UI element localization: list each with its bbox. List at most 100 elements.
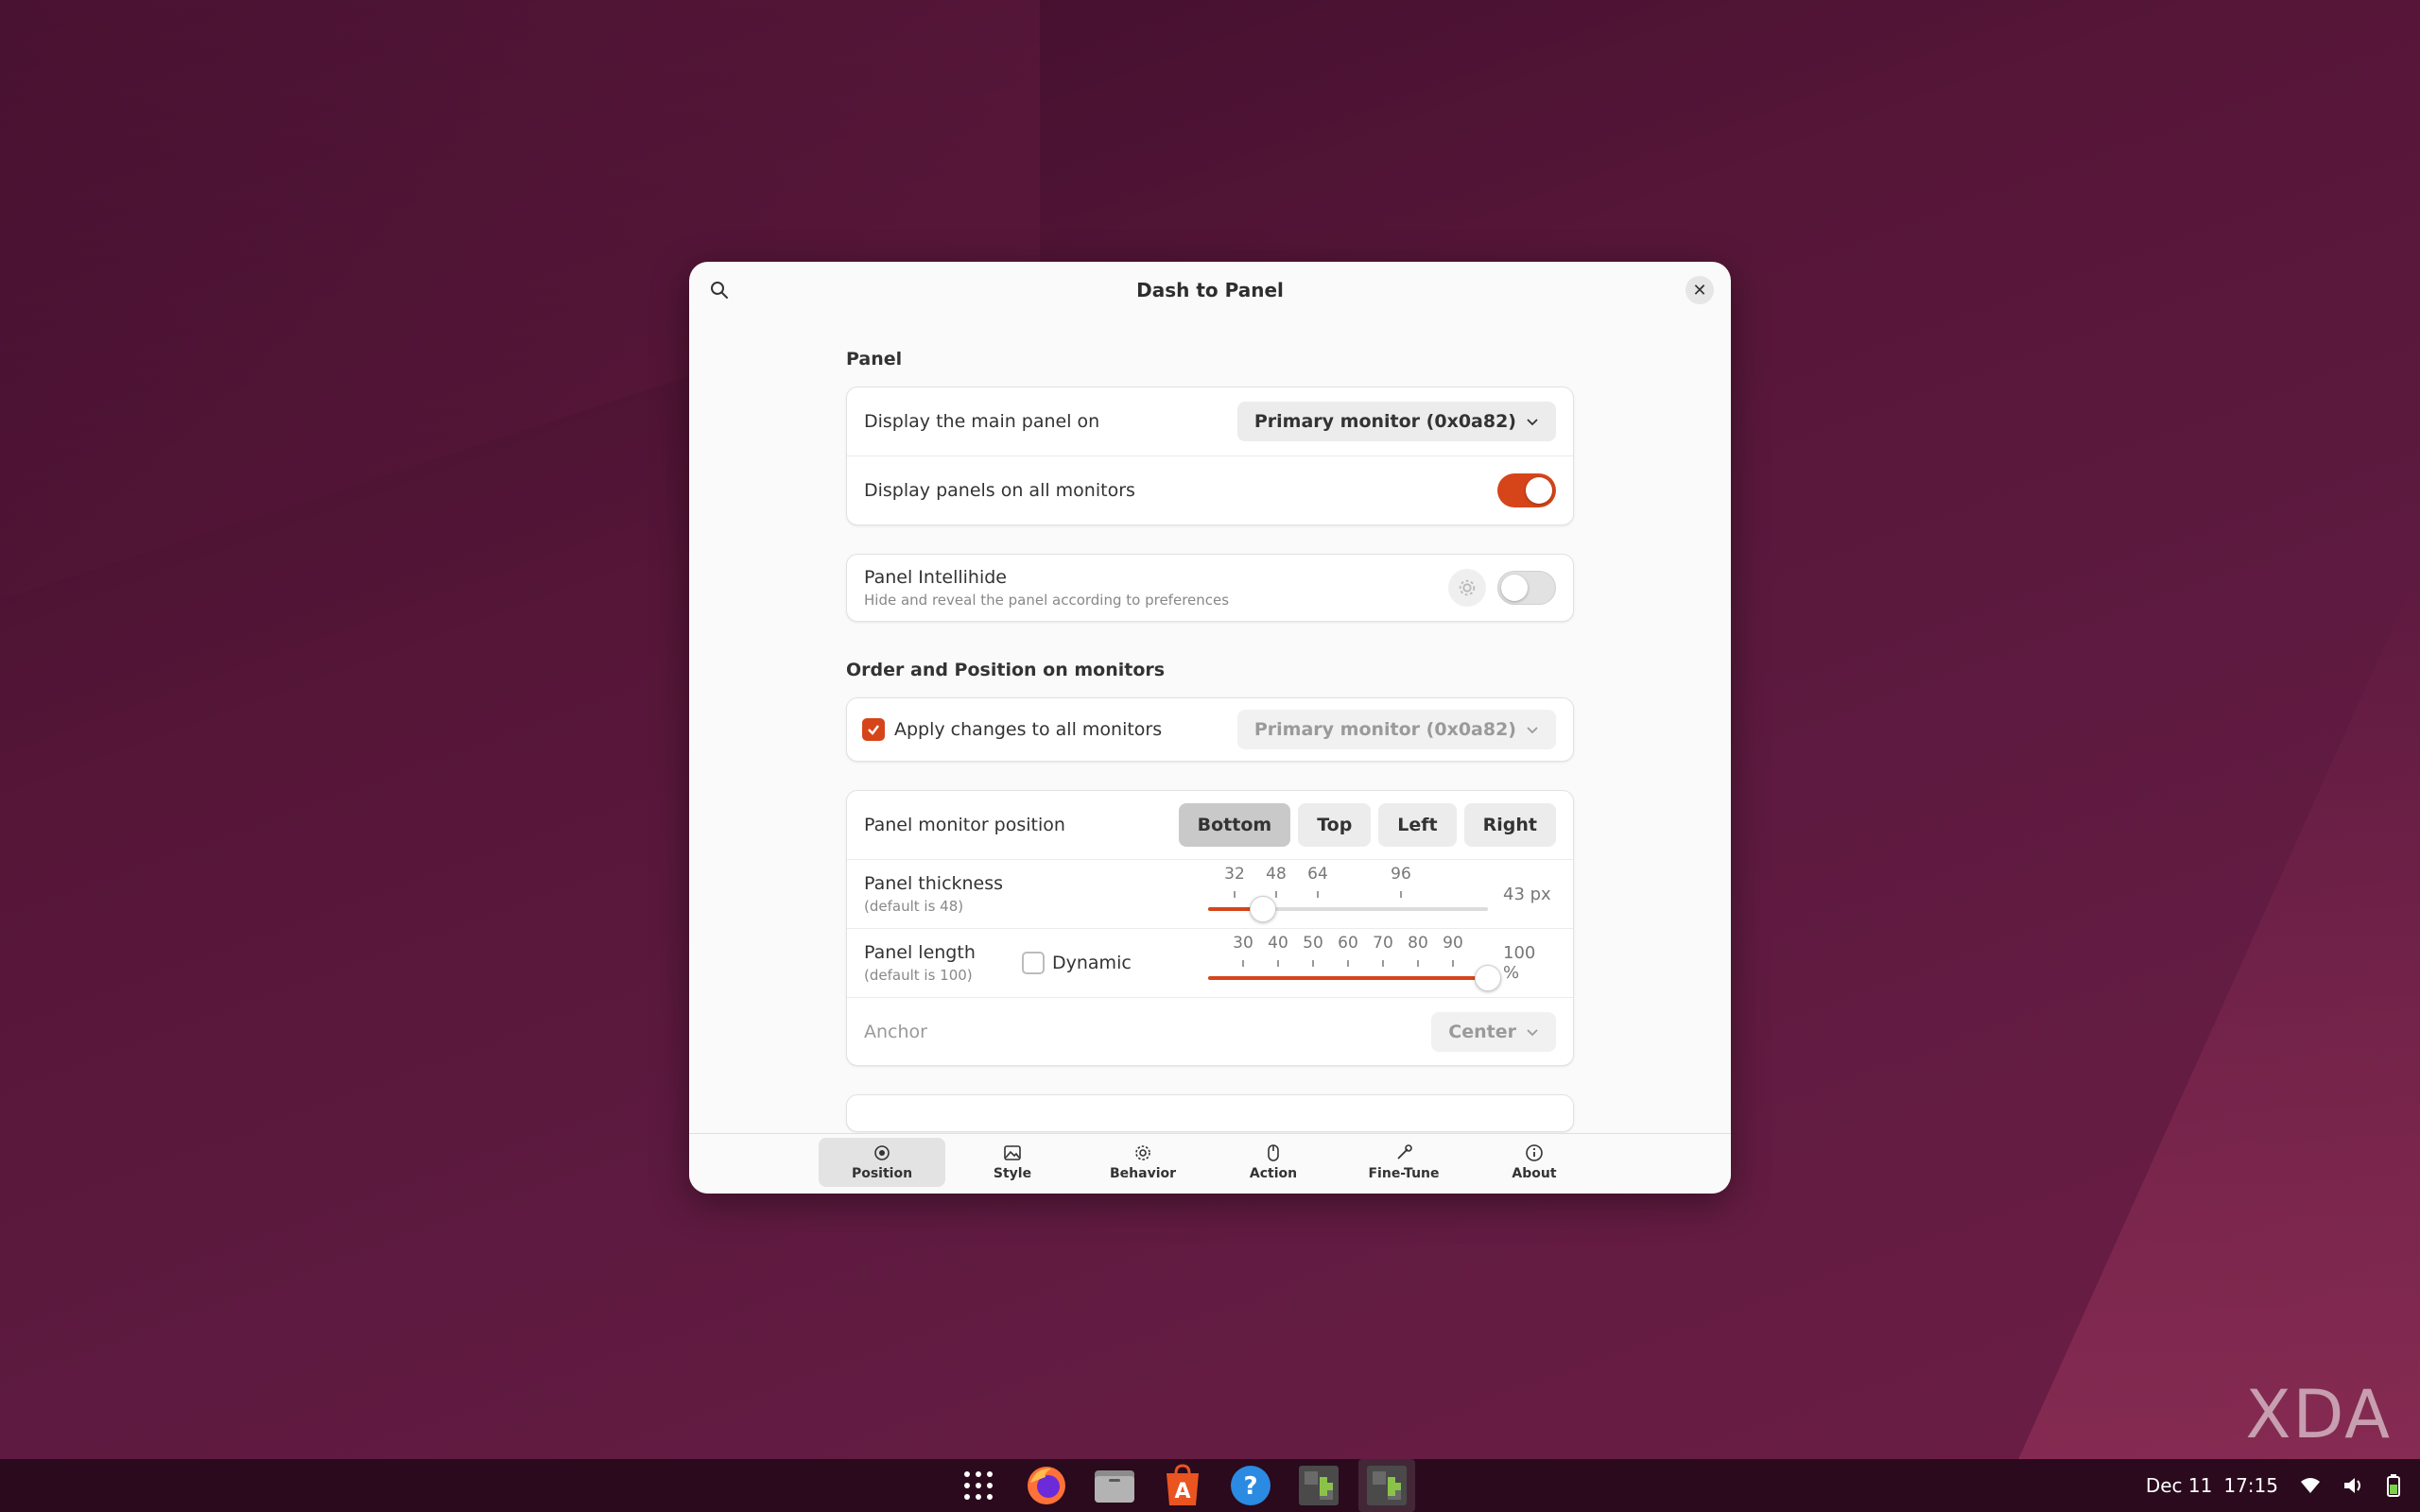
svg-text:A: A — [1174, 1480, 1190, 1503]
tick-mark — [1400, 891, 1402, 898]
puzzle-icon — [1367, 1466, 1407, 1505]
thickness-tick: 48 — [1266, 865, 1287, 884]
taskbar: A ? Dec 11 17:15 — [0, 1459, 2420, 1512]
display-all-toggle[interactable] — [1497, 473, 1556, 507]
length-slider[interactable]: 30 40 50 60 70 80 90 — [1208, 934, 1501, 992]
apply-all-card: Apply changes to all monitors Primary mo… — [846, 697, 1574, 762]
anchor-row: Anchor Center — [847, 997, 1573, 1065]
chevron-down-icon — [1527, 727, 1538, 734]
slider-handle[interactable] — [1475, 965, 1501, 991]
nav-label: About — [1512, 1166, 1557, 1181]
position-bottom-button[interactable]: Bottom — [1178, 803, 1291, 847]
tick-mark — [1452, 960, 1454, 967]
nav-label: Action — [1249, 1166, 1298, 1181]
position-icon — [874, 1145, 890, 1160]
length-label: Panel length — [864, 942, 976, 963]
length-tick: 30 — [1233, 934, 1253, 953]
intellihide-card: Panel Intellihide Hide and reveal the pa… — [846, 554, 1574, 622]
firefox-launcher[interactable] — [1018, 1459, 1075, 1512]
thickness-tick: 32 — [1224, 865, 1245, 884]
slider-handle[interactable] — [1250, 896, 1277, 922]
volume-icon — [2344, 1478, 2360, 1493]
dynamic-checkbox[interactable] — [1022, 952, 1045, 974]
nav-action[interactable]: Action — [1210, 1138, 1337, 1187]
position-top-button[interactable]: Top — [1298, 803, 1372, 847]
position-segmented: Bottom Top Left Right — [1178, 803, 1556, 847]
app-center-launcher[interactable]: A — [1154, 1459, 1211, 1512]
chevron-down-icon — [1527, 1028, 1538, 1036]
length-tick: 70 — [1373, 934, 1393, 953]
position-right-button[interactable]: Right — [1463, 803, 1556, 847]
close-button[interactable]: ✕ — [1685, 276, 1714, 304]
tick-mark — [1312, 960, 1314, 967]
app-grid-icon — [964, 1471, 993, 1500]
nav-behavior[interactable]: Behavior — [1080, 1138, 1206, 1187]
tools-icon — [1397, 1144, 1412, 1160]
apply-all-label: Apply changes to all monitors — [894, 719, 1163, 740]
position-left-button[interactable]: Left — [1378, 803, 1457, 847]
apply-all-checkbox[interactable] — [862, 718, 885, 741]
length-default: (default is 100) — [864, 967, 973, 984]
info-icon — [1526, 1144, 1543, 1161]
settings-window: Dash to Panel ✕ Panel Display the main p… — [689, 262, 1731, 1194]
length-tick: 60 — [1338, 934, 1358, 953]
section-title-order: Order and Position on monitors — [846, 660, 1166, 680]
app-grid-button[interactable] — [950, 1459, 1007, 1512]
length-tick: 40 — [1268, 934, 1288, 953]
apply-all-row: Apply changes to all monitors Primary mo… — [847, 698, 1573, 761]
thickness-tick: 96 — [1391, 865, 1411, 884]
display-all-label: Display panels on all monitors — [864, 480, 1135, 501]
length-tick: 50 — [1303, 934, 1323, 953]
intellihide-settings-button[interactable] — [1448, 569, 1486, 607]
search-icon[interactable] — [708, 279, 731, 301]
battery-icon — [2387, 1474, 2400, 1497]
extensions-launcher-active[interactable] — [1358, 1459, 1415, 1512]
clock-date: Dec 11 — [2145, 1474, 2213, 1497]
thickness-value: 43 px — [1503, 884, 1551, 904]
slider-fill — [1208, 976, 1488, 980]
section-title-panel: Panel — [846, 349, 903, 369]
files-launcher[interactable] — [1086, 1459, 1143, 1512]
position-label: Panel monitor position — [864, 815, 1065, 835]
nav-about[interactable]: About — [1471, 1138, 1598, 1187]
thickness-default: (default is 48) — [864, 898, 964, 915]
nav-label: Fine-Tune — [1368, 1166, 1440, 1181]
display-main-dropdown[interactable]: Primary monitor (0x0a82) — [1236, 402, 1556, 441]
thickness-slider[interactable]: 32 48 64 96 — [1208, 865, 1488, 923]
intellihide-title: Panel Intellihide — [864, 567, 1007, 588]
dock: A ? — [950, 1459, 1415, 1512]
watermark-logo: XDA — [2245, 1376, 2392, 1453]
checkmark-icon — [868, 725, 879, 735]
app-center-icon: A — [1167, 1464, 1199, 1505]
gear-icon — [1135, 1145, 1150, 1160]
tick-mark — [1317, 891, 1319, 898]
toggle-knob — [1526, 477, 1552, 504]
clock-time: 17:15 — [2223, 1474, 2278, 1497]
tick-mark — [1242, 960, 1244, 967]
tick-mark — [1417, 960, 1419, 967]
display-main-row: Display the main panel on Primary monito… — [847, 387, 1573, 455]
intellihide-toggle[interactable] — [1497, 571, 1556, 605]
window-title: Dash to Panel — [1136, 279, 1284, 301]
extensions-launcher[interactable] — [1290, 1459, 1347, 1512]
titlebar: Dash to Panel ✕ — [689, 262, 1731, 318]
panel-card: Display the main panel on Primary monito… — [846, 387, 1574, 525]
gear-icon — [1459, 579, 1476, 596]
nav-label: Behavior — [1109, 1166, 1177, 1181]
length-row: Panel length (default is 100) Dynamic 30… — [847, 928, 1573, 997]
image-icon — [1004, 1145, 1021, 1160]
wifi-icon — [2301, 1478, 2320, 1493]
monitor-dropdown[interactable]: Primary monitor (0x0a82) — [1236, 710, 1556, 749]
help-launcher[interactable]: ? — [1222, 1459, 1279, 1512]
anchor-dropdown[interactable]: Center — [1431, 1011, 1556, 1052]
anchor-value: Center — [1448, 1021, 1516, 1042]
nav-style[interactable]: Style — [949, 1138, 1076, 1187]
system-tray[interactable]: Dec 11 17:15 — [2146, 1459, 2401, 1512]
nav-position[interactable]: Position — [819, 1138, 945, 1187]
tick-mark — [1234, 891, 1236, 898]
tick-mark — [1277, 960, 1279, 967]
nav-fine-tune[interactable]: Fine-Tune — [1340, 1138, 1467, 1187]
svg-text:?: ? — [1243, 1472, 1257, 1501]
nav-label: Position — [851, 1166, 913, 1181]
length-tick: 80 — [1408, 934, 1428, 953]
